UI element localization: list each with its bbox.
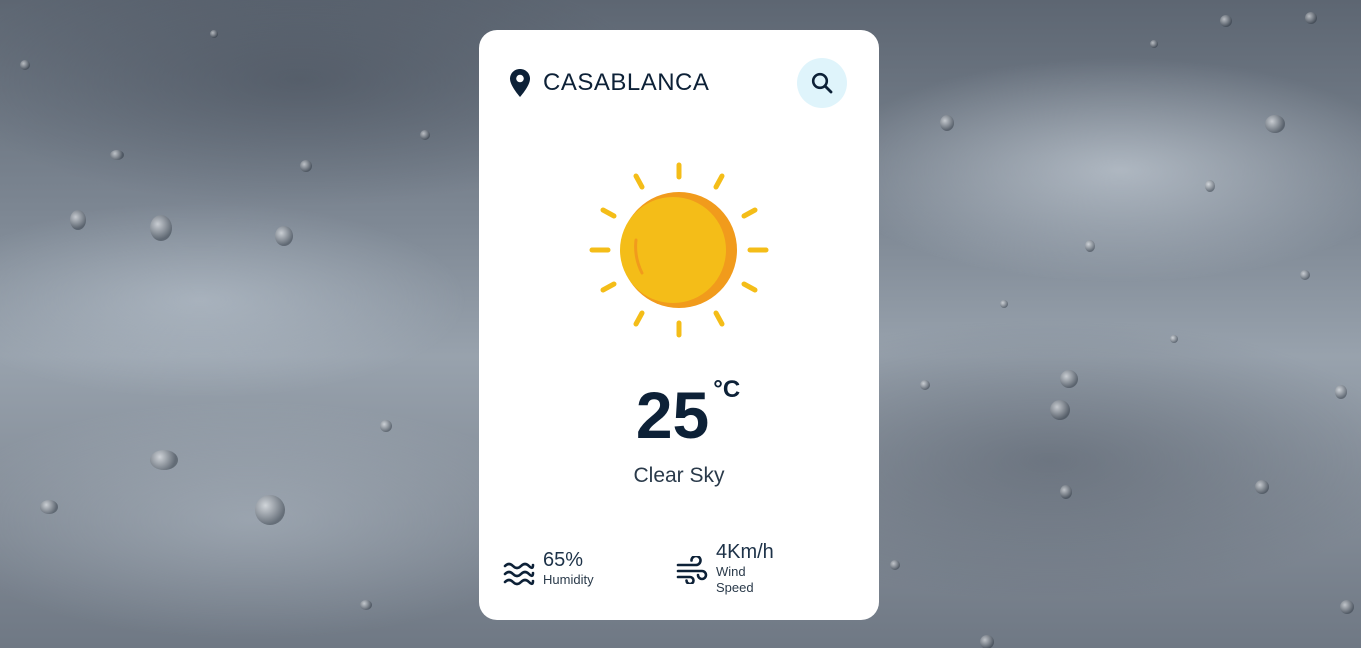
humidity-label: Humidity [543,572,594,587]
location-pin-icon [510,69,530,97]
location-header: CASABLANCA [509,68,709,98]
wind-value: 4Km/h [716,541,774,563]
humidity-value: 65% [543,549,584,571]
humidity-waves-icon [503,562,535,586]
wind-stat: 4Km/h Wind Speed [676,540,774,596]
wind-label: Wind Speed [716,564,754,595]
city-name: CASABLANCA [543,69,710,96]
temperature: 25 °C [479,376,879,452]
humidity-stat: 65% Humidity [503,548,594,588]
sun-icon [589,162,769,338]
temperature-unit: °C [713,376,741,403]
wind-icon [676,556,708,584]
search-button[interactable] [797,58,847,108]
weather-card: CASABLANCA 25 °C Clear Sky 65% Humidity … [479,30,879,620]
weather-description: Clear Sky [633,464,725,487]
search-icon [811,72,833,94]
temperature-value: 25 [635,378,710,452]
